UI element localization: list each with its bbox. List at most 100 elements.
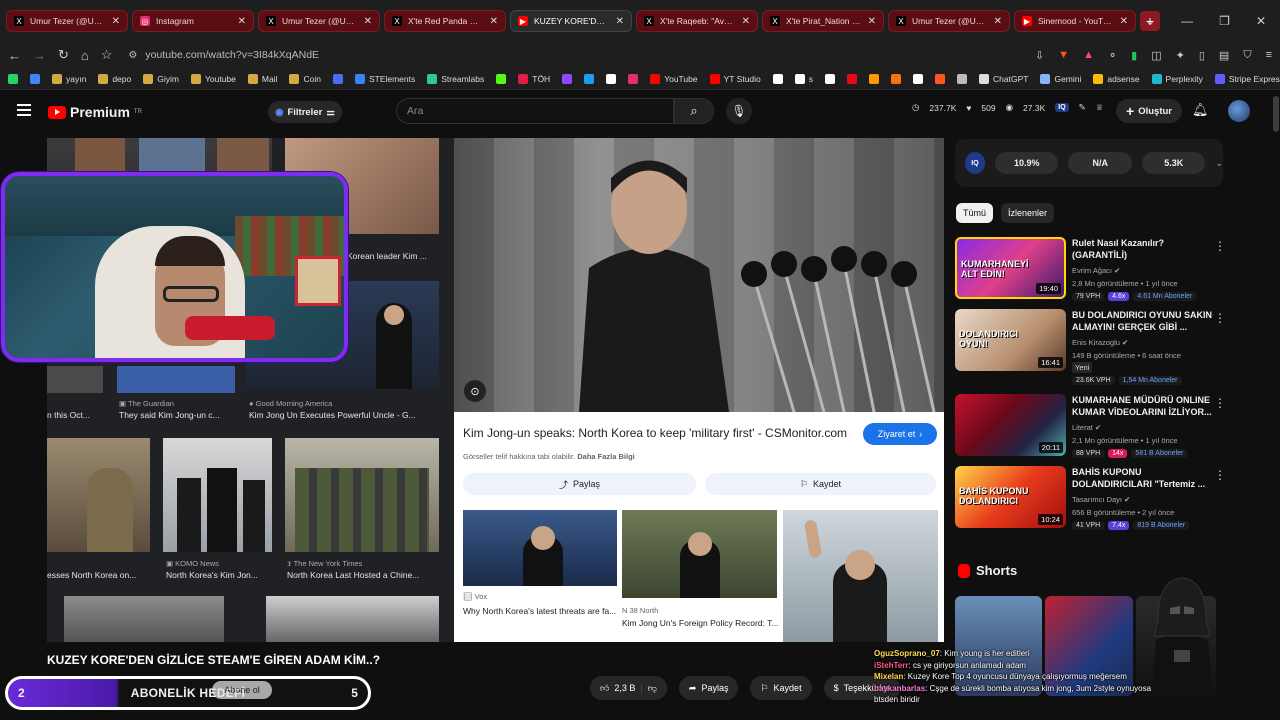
channel-name[interactable]: Tasarımcı Dayı ✔	[1072, 495, 1130, 504]
share-button[interactable]: ⤴ Paylaş	[463, 473, 696, 495]
bookmark-item[interactable]	[332, 73, 343, 84]
grid-image[interactable]	[163, 438, 272, 552]
channel-name[interactable]: Enis Kirazoglu ✔	[1072, 338, 1128, 347]
bookmark-item[interactable]: ChatGPT	[979, 73, 1028, 84]
browser-tab[interactable]: X Umur Tezer (@Umurtezer) ✕	[888, 10, 1010, 32]
bookmark-item[interactable]: Perplexity	[1151, 73, 1203, 84]
close-tab-icon[interactable]: ✕	[1120, 16, 1128, 27]
close-tab-icon[interactable]: ✕	[616, 16, 624, 27]
bookmark-item[interactable]: TÖH	[518, 73, 550, 84]
browser-tab[interactable]: ▶ Sinemood - YouTube ✕	[1014, 10, 1136, 32]
bookmark-item[interactable]: Youtube	[190, 73, 236, 84]
extension-icon[interactable]: ◫	[1151, 49, 1161, 62]
page-scrollbar[interactable]	[1272, 90, 1280, 720]
filters-button[interactable]: ◉ Filtreler ⚌	[268, 101, 342, 123]
bookmark-item[interactable]	[957, 73, 968, 84]
chip-all[interactable]: Tümü	[956, 203, 994, 223]
thumbs-down-icon[interactable]: 👎︎	[648, 683, 657, 694]
chip-watched[interactable]: İzlenenler	[1001, 203, 1055, 223]
bookmark-item[interactable]: Coin	[289, 73, 321, 84]
wallet-icon[interactable]: ▤	[1219, 49, 1229, 62]
home-icon[interactable]: ⌂	[81, 48, 89, 63]
more-options-icon[interactable]: ⋮	[1214, 468, 1226, 482]
bookmark-item[interactable]	[825, 73, 836, 84]
recommended-video[interactable]: DOLANDIRICI OYUN! 16:41 BU DOLANDIRICI O…	[955, 309, 1226, 385]
close-tab-icon[interactable]: ✕	[994, 16, 1002, 27]
close-tab-icon[interactable]: ✕	[868, 16, 876, 27]
bookmark-item[interactable]	[913, 73, 924, 84]
learn-more-link[interactable]: Daha Fazla Bilgi	[577, 452, 635, 461]
recommended-video[interactable]: 20:11 KUMARHANE MÜDÜRÜ ONLINE KUMAR VİDE…	[955, 394, 1226, 460]
forward-icon[interactable]: →	[33, 48, 46, 63]
rewards-icon[interactable]: ▲	[1083, 49, 1094, 62]
browser-tab[interactable]: X X'te Pirat_Nation : "Mi ✕	[762, 10, 884, 32]
bookmark-item[interactable]	[496, 73, 507, 84]
image-caption[interactable]: Why North Korea's latest threats are fa.…	[463, 606, 616, 616]
bookmark-item[interactable]: Stripe Express	[1214, 73, 1280, 84]
channel-name[interactable]: Evrim Ağacı ✔	[1072, 266, 1120, 275]
bookmark-item[interactable]: Gemini	[1040, 73, 1081, 84]
bookmark-item[interactable]	[584, 73, 595, 84]
image-caption[interactable]: North Korea Last Hosted a Chine...	[287, 570, 419, 580]
browser-tab[interactable]: X X'te Raqeeb: "Avengers: Ko ✕	[636, 10, 758, 32]
more-options-icon[interactable]: ⋮	[1214, 396, 1226, 410]
channel-name[interactable]: Literat ✔	[1072, 423, 1101, 432]
browser-tab[interactable]: ▶ KUZEY KORE'DEN G ✕	[510, 10, 632, 32]
restore-icon[interactable]: ❐	[1219, 14, 1230, 28]
iq-badge-icon[interactable]: IQ	[1055, 103, 1069, 112]
grid-image[interactable]	[285, 438, 439, 552]
bookmark-item[interactable]	[628, 73, 639, 84]
close-tab-icon[interactable]: ✕	[364, 16, 372, 27]
browser-tab[interactable]: X Umur Tezer (@Umurtezer) ✕	[6, 10, 128, 32]
bookmark-item[interactable]	[935, 73, 946, 84]
more-options-icon[interactable]: ⋮	[1214, 311, 1226, 325]
video-thumbnail[interactable]: 20:11	[955, 394, 1066, 456]
close-tab-icon[interactable]: ✕	[112, 16, 120, 27]
bookmark-item[interactable]: STElements	[354, 73, 415, 84]
browser-tab[interactable]: X Umur Tezer (@Umurtezer) ✕	[258, 10, 380, 32]
bookmark-item[interactable]	[772, 73, 783, 84]
image-caption[interactable]: Korean leader Kim ...	[347, 251, 427, 261]
bookmark-item[interactable]	[562, 73, 573, 84]
recommended-video[interactable]: BAHİS KUPONU DOLANDIRICI 10:24 BAHİS KUP…	[955, 466, 1226, 532]
grid-image[interactable]	[64, 596, 224, 642]
bookmark-item[interactable]: s	[794, 73, 813, 84]
image-caption[interactable]: n this Oct...	[47, 410, 90, 420]
bookmark-item[interactable]: Mail	[247, 73, 277, 84]
bookmark-item[interactable]	[847, 73, 858, 84]
browser-tab[interactable]: X X'te Red Panda Koala: " ✕	[384, 10, 506, 32]
bookmark-item[interactable]: Streamlabs	[427, 73, 484, 84]
bookmark-item[interactable]	[8, 73, 18, 84]
grid-image[interactable]	[47, 438, 150, 552]
vpn-icon[interactable]: ⛉	[1243, 49, 1251, 62]
save-button[interactable]: ⚐ Kaydet	[750, 676, 812, 700]
bookmark-item[interactable]: YouTube	[650, 73, 698, 84]
bookmark-item[interactable]	[30, 73, 40, 84]
youtube-logo[interactable]: Premium TR	[48, 104, 142, 120]
close-tab-icon[interactable]: ✕	[238, 16, 246, 27]
notifications-bell-icon[interactable]: 🔔︎	[1192, 102, 1209, 118]
bookmark-item[interactable]: adsense	[1093, 73, 1140, 84]
chevron-down-icon[interactable]: ⌄	[1215, 158, 1223, 169]
trophy-icon[interactable]: ♕	[1096, 102, 1104, 113]
share-button[interactable]: ➦ Paylaş	[678, 676, 739, 700]
image-caption[interactable]: esses North Korea on...	[47, 570, 136, 580]
bookmark-item[interactable]: yayın	[52, 73, 86, 84]
brave-shield-icon[interactable]: ▼	[1058, 49, 1069, 62]
bookmark-item[interactable]: YT Studio	[709, 73, 761, 84]
close-window-icon[interactable]: ✕	[1256, 14, 1266, 28]
video-thumbnail[interactable]: KUMARHANEYİ ALT EDİN! 19:40	[955, 237, 1066, 299]
minimize-icon[interactable]: —	[1181, 14, 1193, 28]
settings-icon[interactable]: ✎	[1079, 102, 1086, 113]
more-options-icon[interactable]: ⋮	[1214, 239, 1226, 253]
search-input[interactable]: Ara	[396, 98, 674, 124]
voice-search-button[interactable]: 🎙︎	[726, 98, 752, 124]
selected-image[interactable]: ⊙	[454, 138, 944, 412]
browser-tab[interactable]: ◎ Instagram ✕	[132, 10, 254, 32]
hamburger-menu-icon[interactable]	[17, 104, 31, 116]
close-tab-icon[interactable]: ✕	[490, 16, 498, 27]
tab-list-icon[interactable]: ⌄	[1145, 14, 1155, 28]
video-thumbnail[interactable]: BAHİS KUPONU DOLANDIRICI 10:24	[955, 466, 1066, 528]
image-caption[interactable]: They said Kim Jong-un c...	[119, 410, 220, 420]
back-icon[interactable]: ←	[8, 48, 21, 63]
